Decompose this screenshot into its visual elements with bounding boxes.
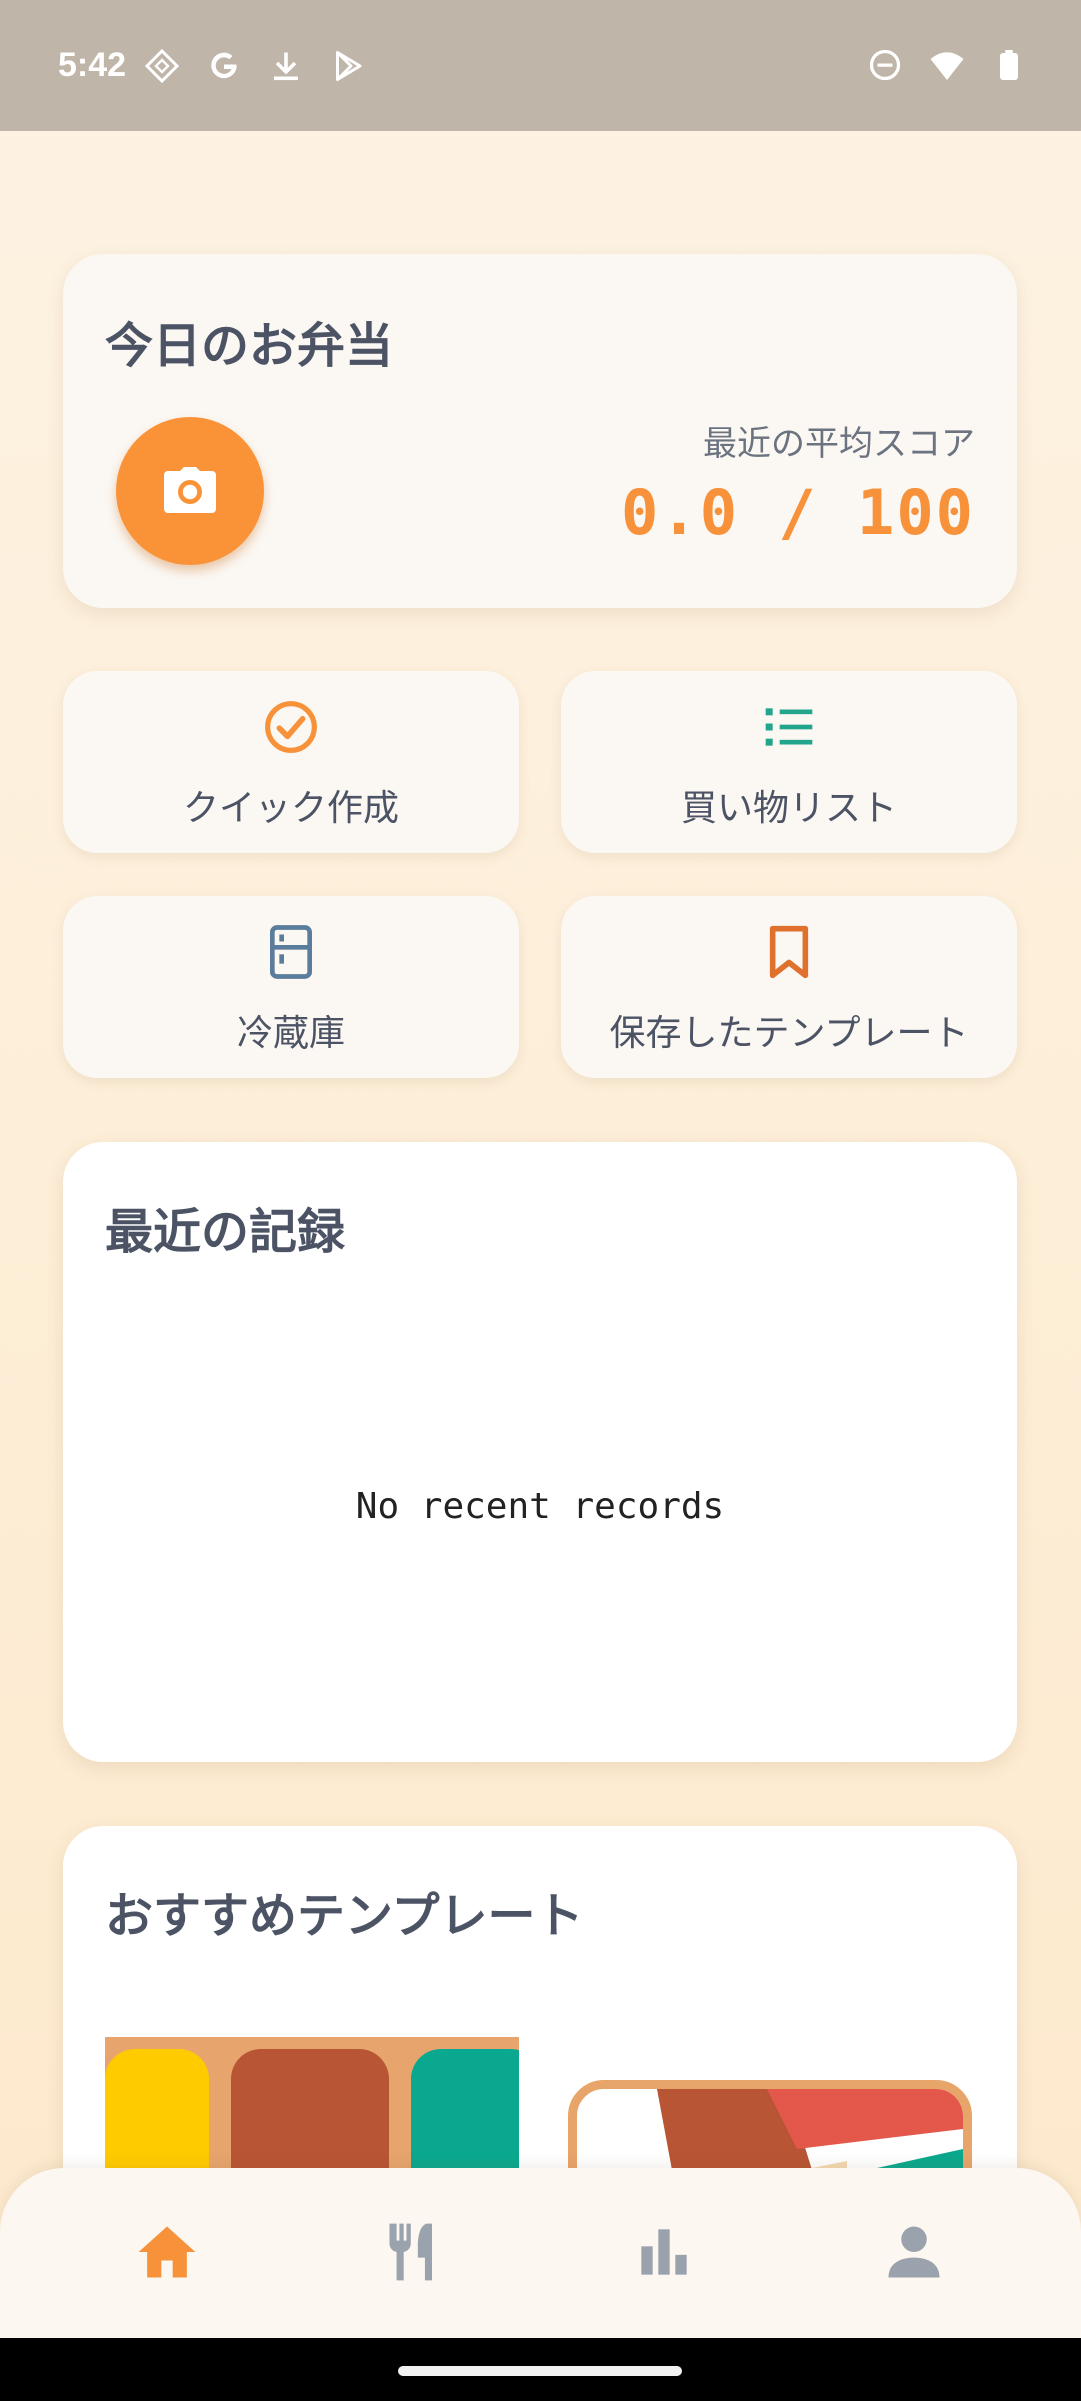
do-not-disturb-icon	[867, 46, 903, 84]
saved-templates-button[interactable]: 保存したテンプレート	[561, 896, 1017, 1078]
fridge-label: 冷蔵庫	[236, 1013, 345, 1054]
recommended-templates-title: おすすめテンプレート	[105, 1888, 584, 1944]
person-icon	[888, 2226, 940, 2278]
today-bento-card: 今日のお弁当 最近の平均スコア 0.0 / 100	[63, 254, 1017, 608]
screen-record-icon	[144, 47, 180, 85]
nav-profile[interactable]	[880, 2218, 948, 2286]
status-bar: 5:42	[0, 0, 1081, 131]
average-score-label: 最近の平均スコア	[703, 424, 975, 464]
play-store-icon	[330, 47, 366, 85]
today-card-title: 今日のお弁当	[105, 318, 394, 374]
home-gesture-handle[interactable]	[398, 2366, 682, 2376]
average-score-value: 0.0 / 100	[621, 476, 975, 549]
nav-meals[interactable]	[381, 2218, 449, 2286]
nav-home[interactable]	[133, 2218, 201, 2286]
system-navigation-bar	[0, 2338, 1081, 2401]
camera-icon	[164, 467, 216, 513]
status-time: 5:42	[58, 46, 127, 84]
wifi-icon	[929, 46, 965, 84]
shopping-list-button[interactable]: 買い物リスト	[561, 671, 1017, 853]
battery-icon	[991, 46, 1027, 84]
status-icons-left	[144, 47, 366, 85]
utensils-icon	[389, 2223, 432, 2281]
quick-create-button[interactable]: クイック作成	[63, 671, 519, 853]
fridge-icon	[263, 924, 319, 980]
camera-button[interactable]	[116, 417, 264, 565]
nav-stats[interactable]	[630, 2218, 698, 2286]
empty-state-text: No recent records	[355, 1486, 725, 1527]
list-icon	[761, 699, 817, 755]
google-icon	[206, 47, 242, 85]
recent-records-title: 最近の記録	[105, 1204, 346, 1260]
download-icon	[268, 47, 304, 85]
bar-chart-icon	[641, 2229, 687, 2275]
check-circle-icon	[263, 699, 319, 755]
status-icons-right	[867, 46, 1027, 84]
fridge-button[interactable]: 冷蔵庫	[63, 896, 519, 1078]
home-icon	[138, 2226, 196, 2278]
recent-records-card: 最近の記録 No recent records	[63, 1142, 1017, 1762]
bookmark-icon	[761, 924, 817, 980]
saved-templates-label: 保存したテンプレート	[609, 1013, 969, 1054]
quick-create-label: クイック作成	[182, 788, 399, 829]
shopping-list-label: 買い物リスト	[680, 788, 897, 829]
bottom-navigation	[0, 2168, 1081, 2338]
